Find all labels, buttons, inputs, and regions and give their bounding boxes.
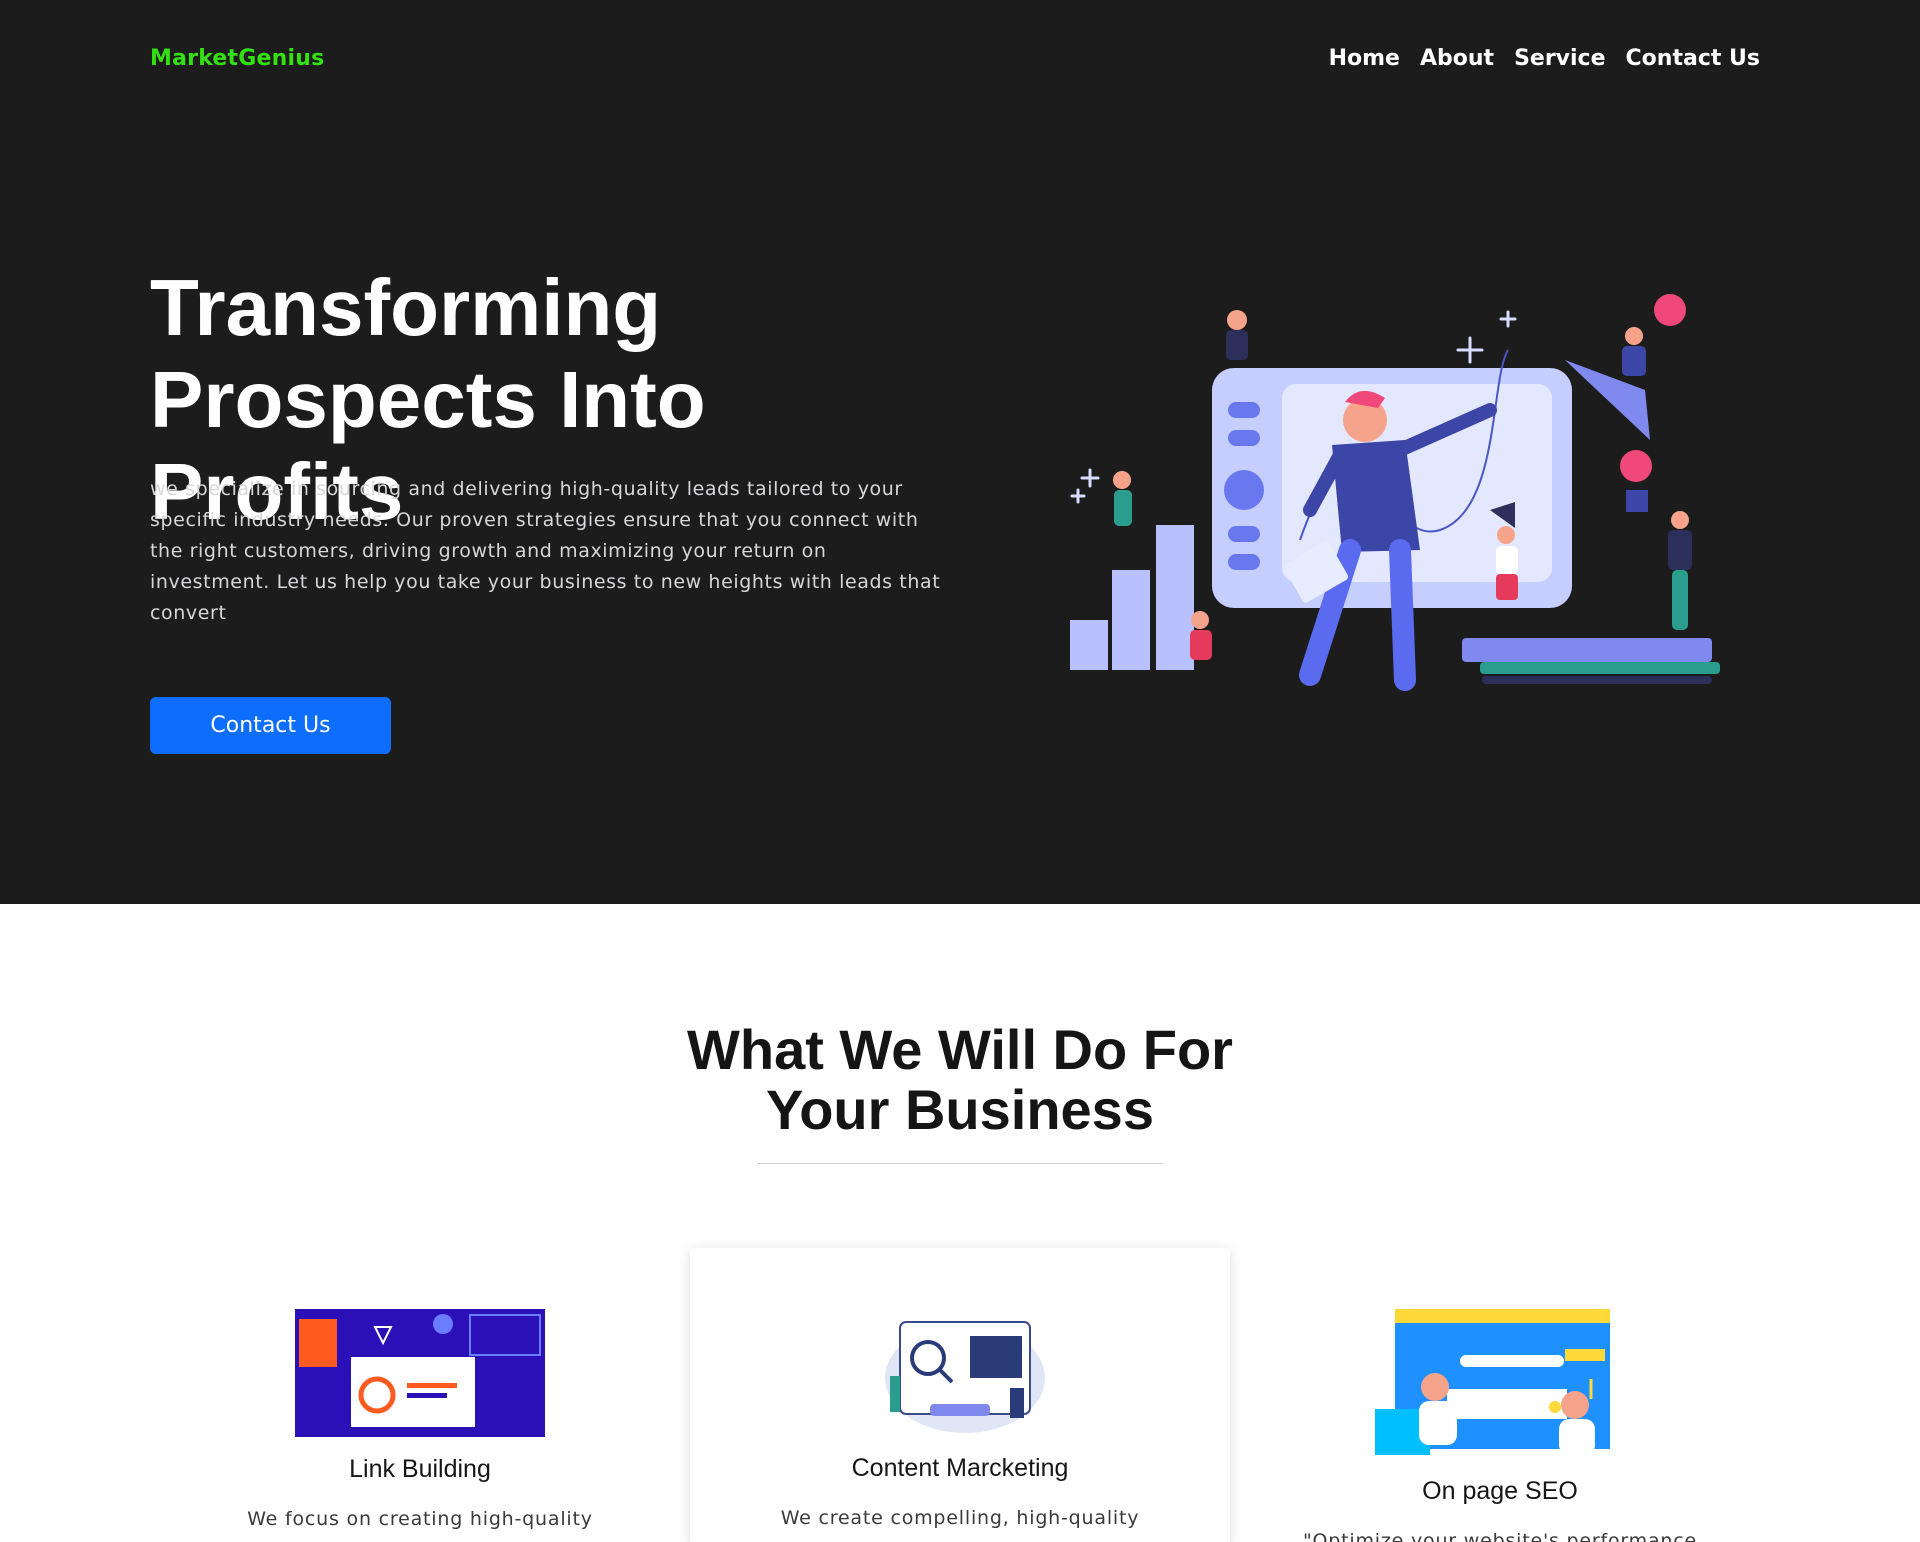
services-title-line1: What We Will Do For (687, 1018, 1233, 1081)
services-title: What We Will Do For Your Business (560, 1020, 1360, 1140)
contact-us-button[interactable]: Contact Us (150, 697, 391, 754)
hero-title-line1: Transforming (150, 263, 662, 352)
section-divider (758, 1163, 1163, 1164)
brand-logo[interactable]: MarketGenius (150, 46, 324, 71)
link-building-illustration (295, 1309, 545, 1437)
on-page-seo-illustration (1375, 1309, 1610, 1455)
service-card-on-page-seo: On page SEO "Optimize your website's per… (1230, 1250, 1770, 1542)
balloon-icon (1620, 450, 1652, 482)
card-text: "Optimize your website's performance (1303, 1530, 1697, 1542)
nav-about[interactable]: About (1420, 46, 1494, 71)
card-title: On page SEO (1422, 1477, 1578, 1505)
service-card-link-building: Link Building We focus on creating high-… (150, 1250, 690, 1530)
nav-home[interactable]: Home (1329, 46, 1400, 71)
hero-section: MarketGenius Home About Service Contact … (0, 0, 1920, 904)
nav-service[interactable]: Service (1514, 46, 1605, 71)
hero-description: we specialize in sourcing and delivering… (150, 478, 941, 624)
card-title: Link Building (349, 1455, 491, 1483)
main-nav: Home About Service Contact Us (1329, 46, 1760, 71)
service-card-content-marketing: Content Marcketing We create compelling,… (690, 1248, 1230, 1542)
content-marketing-illustration (885, 1321, 1045, 1433)
card-text: We focus on creating high-quality (247, 1508, 593, 1530)
nav-contact-us[interactable]: Contact Us (1626, 46, 1760, 71)
card-title: Content Marcketing (851, 1454, 1069, 1482)
bar-chart-icon (1070, 525, 1194, 670)
hero-illustration (1070, 294, 1720, 691)
card-text: We create compelling, high-quality (780, 1507, 1140, 1529)
services-title-line2: Your Business (766, 1078, 1154, 1141)
balloon-icon (1654, 294, 1686, 326)
